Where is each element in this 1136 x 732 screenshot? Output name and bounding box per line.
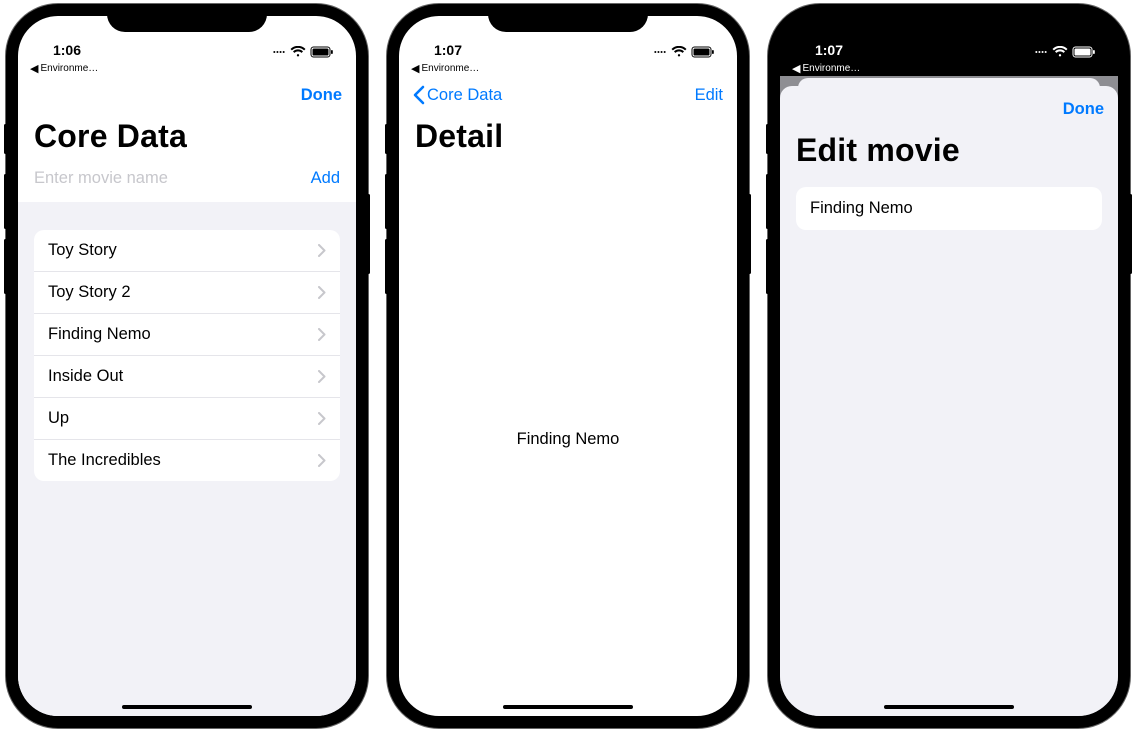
chevron-right-icon: [318, 412, 326, 425]
clock: 1:06: [40, 42, 94, 58]
home-indicator[interactable]: [503, 705, 633, 710]
page-title: Detail: [399, 114, 737, 163]
detail-content: Finding Nemo: [399, 163, 737, 716]
home-indicator[interactable]: [122, 705, 252, 710]
status-indicators: [1034, 46, 1096, 58]
list-item[interactable]: Inside Out: [34, 355, 340, 397]
chevron-right-icon: [318, 244, 326, 257]
phone-detail: 1:07 ◀︎ Environme… Core Data Edit Detail…: [387, 4, 749, 728]
page-title: Core Data: [18, 114, 356, 163]
movies-section: Toy Story Toy Story 2 Finding Nemo Insid…: [18, 202, 356, 716]
edit-button-label: Edit: [695, 86, 723, 104]
screen-list: 1:06 ◀︎ Environme… Done Core: [18, 16, 356, 716]
list-item-label: The Incredibles: [48, 451, 161, 470]
mute-switch: [385, 124, 388, 154]
volume-up-button: [766, 174, 769, 229]
list-item[interactable]: Toy Story 2: [34, 271, 340, 313]
power-button: [1129, 194, 1132, 274]
clock: 1:07: [802, 42, 856, 58]
mute-switch: [4, 124, 7, 154]
done-button[interactable]: Done: [1063, 100, 1104, 119]
volume-up-button: [385, 174, 388, 229]
status-indicators: [272, 46, 334, 58]
status-indicators: [653, 46, 715, 58]
notch: [107, 4, 267, 32]
movie-name-input[interactable]: Enter movie name: [34, 169, 168, 188]
movie-name-field-value: Finding Nemo: [810, 199, 913, 217]
notch: [488, 4, 648, 32]
wifi-icon: [290, 46, 306, 58]
chevron-right-icon: [318, 286, 326, 299]
done-button-label: Done: [301, 86, 342, 104]
screen-edit: 1:07 ◀︎ Environme… Done Edit movie: [780, 16, 1118, 716]
breadcrumb-back-icon: ◀︎: [411, 62, 419, 75]
breadcrumb-back-icon: ◀︎: [30, 62, 38, 75]
list-item-label: Finding Nemo: [48, 325, 151, 344]
battery-icon: [1072, 46, 1096, 58]
mute-switch: [766, 124, 769, 154]
modal-sheet: Done Edit movie Finding Nemo: [780, 86, 1118, 716]
add-button[interactable]: Add: [311, 169, 340, 188]
back-button[interactable]: Core Data: [413, 85, 502, 105]
movies-list: Toy Story Toy Story 2 Finding Nemo Insid…: [34, 230, 340, 481]
breadcrumb-app-label: Environme…: [40, 63, 98, 74]
breadcrumb-back-icon: ◀︎: [792, 62, 800, 75]
chevron-left-icon: [413, 85, 425, 105]
breadcrumb[interactable]: ◀︎ Environme…: [780, 60, 1118, 76]
nav-bar: Done: [780, 86, 1118, 132]
breadcrumb[interactable]: ◀︎ Environme…: [399, 60, 737, 76]
volume-down-button: [385, 239, 388, 294]
movie-name-field[interactable]: Finding Nemo: [796, 187, 1102, 230]
list-item-label: Toy Story 2: [48, 283, 131, 302]
breadcrumb-app-label: Environme…: [802, 63, 860, 74]
wifi-icon: [1052, 46, 1068, 58]
phone-edit-sheet: 1:07 ◀︎ Environme… Done Edit movie: [768, 4, 1130, 728]
chevron-right-icon: [318, 454, 326, 467]
edit-button[interactable]: Edit: [695, 86, 723, 105]
list-item[interactable]: Toy Story: [34, 230, 340, 271]
ellipsis-icon: [1034, 47, 1048, 57]
list-item-label: Up: [48, 409, 69, 428]
nav-bar: Core Data Edit: [399, 76, 737, 114]
ellipsis-icon: [272, 47, 286, 57]
wifi-icon: [671, 46, 687, 58]
volume-down-button: [4, 239, 7, 294]
list-item[interactable]: Up: [34, 397, 340, 439]
battery-icon: [310, 46, 334, 58]
volume-up-button: [4, 174, 7, 229]
done-button-label: Done: [1063, 100, 1104, 118]
back-button-label: Core Data: [427, 86, 502, 105]
clock: 1:07: [421, 42, 475, 58]
nav-bar: Done: [18, 76, 356, 114]
sheet-backdrop: Done Edit movie Finding Nemo: [780, 76, 1118, 716]
notch: [869, 4, 1029, 32]
phone-list: 1:06 ◀︎ Environme… Done Core: [6, 4, 368, 728]
chevron-right-icon: [318, 328, 326, 341]
movie-title-label: Finding Nemo: [517, 430, 620, 449]
screen-detail: 1:07 ◀︎ Environme… Core Data Edit Detail…: [399, 16, 737, 716]
chevron-right-icon: [318, 370, 326, 383]
battery-icon: [691, 46, 715, 58]
volume-down-button: [766, 239, 769, 294]
list-item-label: Toy Story: [48, 241, 117, 260]
breadcrumb[interactable]: ◀︎ Environme…: [18, 60, 356, 76]
done-button[interactable]: Done: [301, 86, 342, 105]
list-item[interactable]: Finding Nemo: [34, 313, 340, 355]
home-indicator[interactable]: [884, 705, 1014, 710]
ellipsis-icon: [653, 47, 667, 57]
breadcrumb-app-label: Environme…: [421, 63, 479, 74]
list-item-label: Inside Out: [48, 367, 123, 386]
add-movie-row: Enter movie name Add: [18, 163, 356, 202]
list-item[interactable]: The Incredibles: [34, 439, 340, 481]
page-title: Edit movie: [780, 132, 1118, 179]
power-button: [367, 194, 370, 274]
power-button: [748, 194, 751, 274]
